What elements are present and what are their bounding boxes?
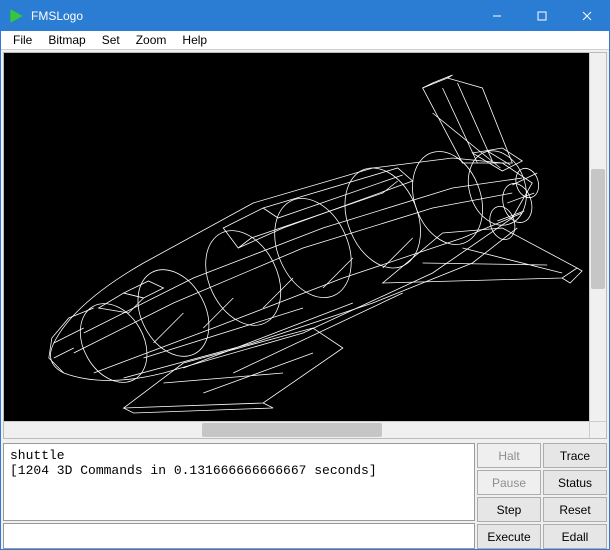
status-button[interactable]: Status	[543, 470, 607, 495]
menu-help[interactable]: Help	[174, 31, 215, 49]
commander-panel: shuttle [1204 3D Commands in 0.131666666…	[3, 443, 607, 549]
menu-set[interactable]: Set	[94, 31, 128, 49]
output-line: [1204 3D Commands in 0.131666666666667 s…	[10, 463, 377, 478]
edall-button[interactable]: Edall	[543, 524, 607, 549]
menubar: File Bitmap Set Zoom Help	[1, 31, 609, 50]
command-input[interactable]	[3, 523, 475, 549]
menu-bitmap[interactable]: Bitmap	[40, 31, 93, 49]
command-buttons: Halt Trace Pause Status Step Reset Execu…	[477, 443, 607, 549]
scroll-corner	[589, 421, 606, 438]
menu-zoom[interactable]: Zoom	[128, 31, 175, 49]
vertical-scrollbar-thumb[interactable]	[591, 169, 605, 289]
output-history[interactable]: shuttle [1204 3D Commands in 0.131666666…	[3, 443, 475, 521]
app-window: FMSLogo File Bitmap Set Zoom Help	[0, 0, 610, 550]
vertical-scrollbar[interactable]	[589, 53, 606, 421]
titlebar[interactable]: FMSLogo	[1, 1, 609, 31]
step-button[interactable]: Step	[477, 497, 541, 522]
minimize-button[interactable]	[474, 1, 519, 31]
horizontal-scrollbar[interactable]	[4, 421, 589, 438]
canvas-area	[3, 52, 607, 439]
app-icon	[7, 7, 25, 25]
close-button[interactable]	[564, 1, 609, 31]
reset-button[interactable]: Reset	[543, 497, 607, 522]
trace-button[interactable]: Trace	[543, 443, 607, 468]
menu-file[interactable]: File	[5, 31, 40, 49]
drawing-canvas[interactable]	[4, 53, 589, 421]
halt-button[interactable]: Halt	[477, 443, 541, 468]
execute-button[interactable]: Execute	[477, 524, 541, 549]
pause-button[interactable]: Pause	[477, 470, 541, 495]
window-title: FMSLogo	[31, 9, 83, 23]
output-line: shuttle	[10, 448, 65, 463]
maximize-button[interactable]	[519, 1, 564, 31]
horizontal-scrollbar-thumb[interactable]	[202, 423, 382, 437]
